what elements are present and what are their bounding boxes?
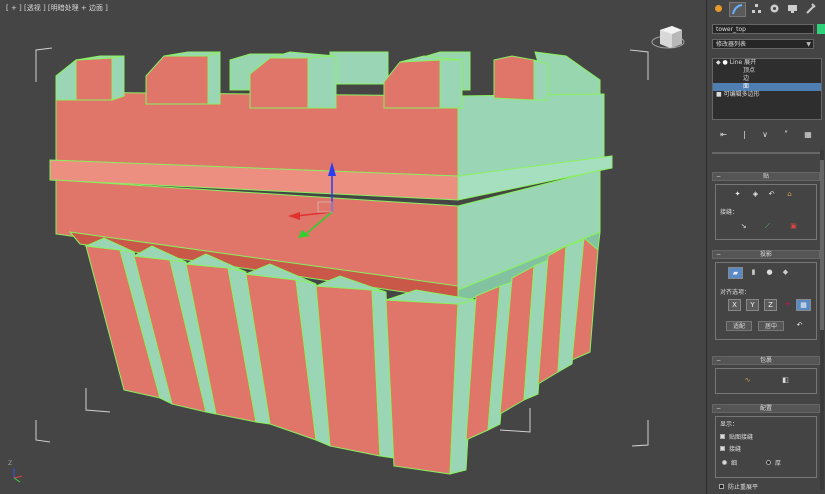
object-color-swatch[interactable] <box>817 24 825 34</box>
utilities-icon[interactable] <box>803 2 818 15</box>
viewport-label[interactable]: [ + ] [透视 ] [明暗处理 + 边面 ] <box>6 3 108 13</box>
modifier-stack[interactable]: ◆ ● Line 展开 顶点 边 面 ■ 可编辑多边形 <box>712 58 822 120</box>
create-icon[interactable] <box>711 2 726 15</box>
rollout-unwrap-header[interactable]: − 贴 <box>712 172 820 181</box>
rollout-title: 包裹 <box>759 357 772 364</box>
separator <box>712 152 820 154</box>
remove-modifier-icon[interactable]: ʺ <box>784 130 788 139</box>
config-group: 显示： 贴图接缝 接缝 细 厚 <box>715 416 817 478</box>
undo-icon[interactable]: ↶ <box>764 189 779 201</box>
planar-map-icon[interactable]: ▰ <box>728 267 743 279</box>
pelt-icon[interactable]: ◈ <box>748 189 763 201</box>
reset-icon[interactable]: ↶ <box>792 320 807 332</box>
axis-label: Z <box>8 460 13 467</box>
point-to-point-icon[interactable]: ↘ <box>736 221 751 233</box>
chevron-down-icon: ▼ <box>806 41 811 48</box>
show-map-seams-checkbox[interactable] <box>720 434 725 439</box>
collapse-icon: − <box>716 357 722 364</box>
collapse-icon: − <box>716 251 722 258</box>
hierarchy-icon[interactable] <box>749 2 764 15</box>
quick-peel-icon[interactable]: ⌂ <box>782 189 797 201</box>
expand-icon: ◆ <box>716 59 721 66</box>
box-map-icon[interactable]: ◆ <box>778 267 793 279</box>
make-unique-icon[interactable]: ∨ <box>762 130 768 139</box>
rollout-title: 投影 <box>759 251 772 258</box>
world-axis-tripod <box>13 468 23 483</box>
object-name-field[interactable]: tower_top <box>712 24 814 34</box>
3dsmax-window: [ + ] [透视 ] [明暗处理 + 边面 ] Z tower_top 修改器… <box>0 0 825 494</box>
center-button[interactable]: 居中 <box>758 321 784 331</box>
unfold-map-icon[interactable]: ◧ <box>778 375 793 387</box>
rollout-wrap-header[interactable]: − 包裹 <box>712 356 820 365</box>
show-seams-label: 接缝 <box>729 446 742 453</box>
command-panel: tower_top 修改器列表 ▼ ◆ ● Line 展开 顶点 边 面 ■ 可… <box>706 0 825 494</box>
spline-map-icon[interactable]: ∿ <box>740 375 755 387</box>
thin-radio[interactable] <box>722 460 727 465</box>
show-seams-checkbox[interactable] <box>720 446 725 451</box>
stack-item-unwrap[interactable]: ◆ ● Line 展开 <box>713 59 821 67</box>
panel-scrollbar[interactable] <box>820 150 824 490</box>
stack-item-label: Line 展开 <box>729 59 757 66</box>
thin-label: 细 <box>731 460 738 467</box>
motion-icon[interactable] <box>767 2 782 15</box>
seams-label: 接缝： <box>720 209 739 216</box>
unwrap-group: ✦ ◈ ↶ ⌂ 接缝： ↘ ⟋ ▣ <box>715 184 817 240</box>
rollout-projection-header[interactable]: − 投影 <box>712 250 820 259</box>
thick-label: 厚 <box>775 460 782 467</box>
configure-sets-icon[interactable]: ▦ <box>804 130 812 139</box>
collapse-icon: − <box>716 173 722 180</box>
lightbulb-icon: ■ <box>716 91 722 98</box>
lightbulb-icon: ● <box>722 59 728 66</box>
viewcube[interactable] <box>651 26 685 49</box>
modifier-list-dropdown[interactable]: 修改器列表 ▼ <box>712 39 814 49</box>
stack-item-editable-poly[interactable]: ■ 可编辑多边形 <box>713 91 821 99</box>
wrap-group: ∿ ◧ <box>715 368 817 394</box>
edge-select-icon[interactable]: ⟋ <box>760 221 775 233</box>
thick-radio[interactable] <box>766 460 771 465</box>
best-align-icon[interactable]: ⌖ <box>780 299 795 311</box>
display-label: 显示： <box>720 421 739 428</box>
stack-item-edge[interactable]: 边 <box>713 75 821 83</box>
spherical-map-icon[interactable]: ● <box>762 267 777 279</box>
prevent-reflatten-checkbox[interactable] <box>719 484 724 489</box>
stack-item-vertex[interactable]: 顶点 <box>713 67 821 75</box>
show-map-seams-label: 贴图接缝 <box>729 434 754 441</box>
cylindrical-map-icon[interactable]: ▮ <box>746 267 761 279</box>
perspective-viewport[interactable]: [ + ] [透视 ] [明暗处理 + 边面 ] Z <box>0 0 706 494</box>
align-x-button[interactable]: X <box>728 299 741 311</box>
pin-stack-icon[interactable]: ⇤ <box>720 130 727 139</box>
peel-icon[interactable]: ✦ <box>730 189 745 201</box>
align-label: 对齐选项： <box>720 289 751 296</box>
fit-button[interactable]: 适配 <box>726 321 752 331</box>
viewport-canvas <box>13 26 685 483</box>
align-y-button[interactable]: Y <box>746 299 759 311</box>
prevent-reflatten-label: 防止重展平 <box>728 484 759 491</box>
stack-item-face[interactable]: 面 <box>713 83 821 91</box>
display-icon[interactable] <box>785 2 800 15</box>
stack-buttons: ⇤ | ∨ ʺ ▦ <box>712 128 820 140</box>
modify-icon[interactable] <box>729 2 746 17</box>
align-z-button[interactable]: Z <box>764 299 777 311</box>
show-end-result-icon[interactable]: | <box>743 130 746 139</box>
rollout-title: 配置 <box>759 405 772 412</box>
convert-edge-icon[interactable]: ▣ <box>786 221 801 233</box>
panel-tabs <box>711 2 823 17</box>
collapse-icon: − <box>716 405 722 412</box>
rollout-config-header[interactable]: − 配置 <box>712 404 820 413</box>
projection-group: ▰ ▮ ● ◆ 对齐选项： X Y Z ⌖ ▦ 适配 居中 ↶ <box>715 262 817 340</box>
rollout-title: 贴 <box>762 173 769 180</box>
modifier-list-label: 修改器列表 <box>716 41 747 48</box>
view-align-icon[interactable]: ▦ <box>796 299 811 311</box>
scrollbar-thumb[interactable] <box>820 160 824 330</box>
stack-item-label: 可编辑多边形 <box>723 91 760 98</box>
